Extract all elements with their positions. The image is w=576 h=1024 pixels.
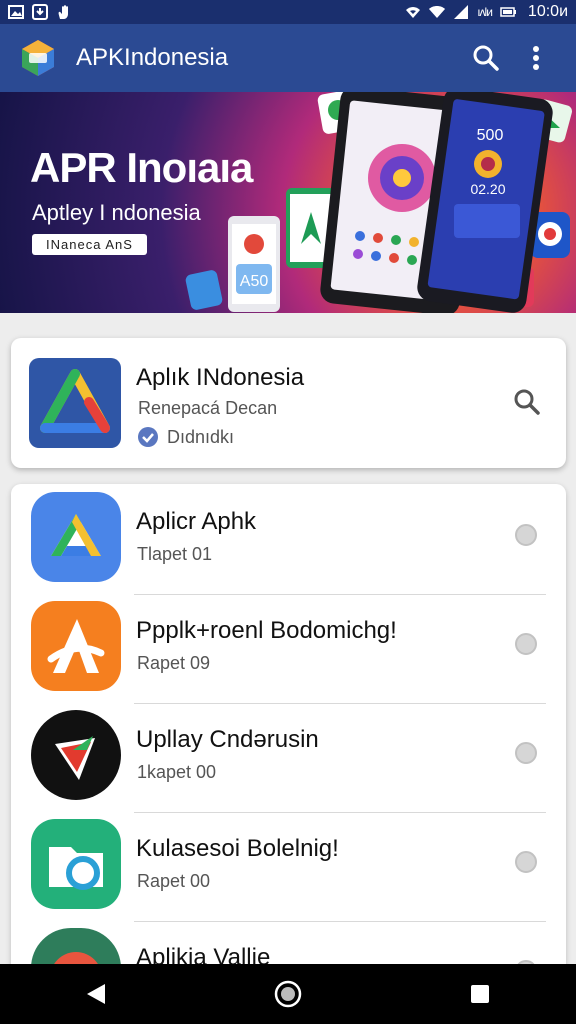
more-options-button[interactable] [514, 36, 558, 80]
list-item[interactable]: Aplicr Aphk Tlapet 01 [11, 486, 566, 595]
banner-chip[interactable]: INaneca AnS [32, 234, 147, 255]
recents-button[interactable] [450, 969, 510, 1019]
home-icon [274, 980, 302, 1008]
signal-text: ıʌlᴎ [477, 5, 493, 19]
back-button[interactable] [66, 969, 126, 1019]
featured-app-card[interactable]: Aplık INdonesia Renepacá Decan Dıdnıdkı [11, 338, 566, 468]
play-shield-icon [31, 710, 121, 800]
image-icon [8, 5, 24, 19]
featured-subtitle: Renepacá Decan [138, 398, 278, 418]
drive-triangle-icon [29, 358, 121, 448]
select-radio[interactable] [515, 851, 537, 873]
app-title: APKIndonesia [76, 44, 229, 71]
list-item-subtitle: 1kapet 00 [137, 762, 217, 782]
home-button[interactable] [258, 969, 318, 1019]
featured-search-button[interactable] [507, 382, 547, 422]
system-nav-bar [0, 964, 576, 1024]
featured-title: Aplık INdonesia [136, 364, 305, 391]
list-item[interactable]: Upllay Cndərusin 1kapet 00 [11, 704, 566, 813]
list-item[interactable]: Kulasesoi Bolelnig! Rapet 00 [11, 813, 566, 922]
floating-app-tile [185, 270, 223, 310]
select-radio[interactable] [515, 742, 537, 764]
back-icon [87, 984, 105, 1004]
hand-icon [58, 5, 68, 19]
wifi-icon [429, 6, 446, 18]
list-item-subtitle: Rapet 00 [137, 871, 211, 891]
status-time: 10:0ᴎ [527, 3, 568, 20]
phone-time-text: 500 [477, 127, 504, 144]
phone-small: A50 [228, 216, 280, 312]
list-item[interactable]: Ppplk+roenl Bodomichg! Rapet 09 [11, 595, 566, 704]
featured-badge-label: Dıdnıdkı [167, 426, 235, 447]
cell-signal-icon [454, 5, 469, 19]
select-radio[interactable] [515, 633, 537, 655]
featured-badge: Dıdnıdkı [137, 426, 234, 448]
verified-check-icon [138, 427, 158, 447]
download-icon [32, 4, 48, 20]
list-item-title: Upllay Cndərusin [136, 726, 319, 753]
app-list: Aplicr Aphk Tlapet 01 Ppplk+roenl Bodomi… [11, 484, 566, 984]
list-item-title: Kulasesoi Bolelnig! [136, 835, 339, 862]
search-icon [514, 389, 540, 415]
phone-badge-text: A50 [240, 273, 269, 290]
phone-counter-text: 02.20 [470, 181, 505, 197]
search-icon [473, 45, 499, 71]
letter-a-icon [31, 601, 121, 691]
recents-icon [471, 985, 489, 1003]
battery-icon [500, 7, 516, 17]
select-radio[interactable] [515, 524, 537, 546]
list-item-title: Ppplk+roenl Bodomichg! [136, 617, 397, 644]
status-bar: ıʌlᴎ 10:0ᴎ [0, 0, 576, 24]
list-item-subtitle: Tlapet 01 [137, 544, 213, 564]
app-logo-icon [22, 40, 54, 76]
folder-sync-icon [31, 819, 121, 909]
drive-icon [31, 492, 121, 582]
list-item-title: Aplicr Aphk [136, 508, 257, 535]
list-item-subtitle: Rapet 09 [137, 653, 211, 673]
banner-illustration: A50 500 02.20 [185, 92, 572, 313]
hero-banner[interactable]: APR Inoıaıa Aptley I ndonesia INaneca An… [0, 92, 576, 313]
banner-subtitle: Aptley I ndonesia [32, 200, 201, 225]
wifi-signal-icon [406, 7, 421, 18]
search-button[interactable] [464, 36, 508, 80]
more-vert-icon [533, 46, 539, 70]
app-bar: APKIndonesia [0, 24, 576, 92]
